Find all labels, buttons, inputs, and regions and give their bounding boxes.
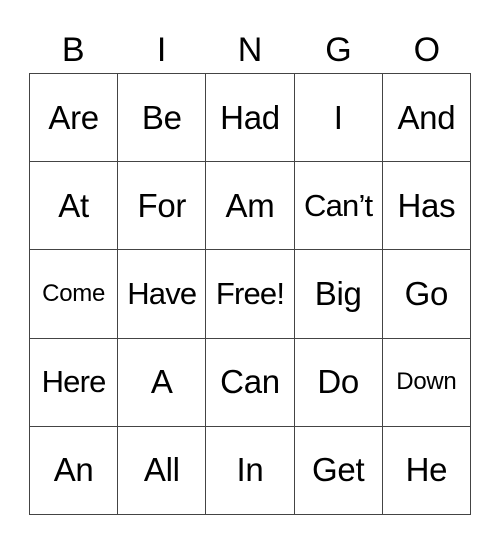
bingo-cell[interactable]: An: [30, 426, 119, 515]
bingo-cell[interactable]: A: [118, 338, 207, 427]
bingo-cell[interactable]: At: [30, 162, 119, 251]
bingo-cell[interactable]: Has: [382, 162, 471, 251]
free-space-cell[interactable]: Free!: [206, 250, 295, 339]
bingo-cell[interactable]: And: [382, 74, 471, 163]
bingo-cell[interactable]: Here: [30, 338, 119, 427]
bingo-cell[interactable]: For: [118, 162, 207, 251]
bingo-cell[interactable]: Can: [206, 338, 295, 427]
bingo-cell[interactable]: Are: [30, 74, 119, 163]
header-letter-g: G: [325, 31, 352, 69]
bingo-cell[interactable]: He: [382, 426, 471, 515]
bingo-cell[interactable]: All: [118, 426, 207, 515]
bingo-cell[interactable]: Had: [206, 74, 295, 163]
bingo-cell[interactable]: In: [206, 426, 295, 515]
header-letter-i: I: [156, 31, 167, 69]
bingo-cell[interactable]: Come: [30, 250, 119, 339]
header-letter-o: O: [413, 31, 441, 69]
bingo-cell[interactable]: I: [294, 74, 383, 163]
bingo-header: B I N G O: [29, 30, 471, 70]
header-letter-b: B: [61, 31, 85, 69]
bingo-cell[interactable]: Go: [382, 250, 471, 339]
bingo-cell[interactable]: Have: [118, 250, 207, 339]
bingo-cell[interactable]: Do: [294, 338, 383, 427]
bingo-cell[interactable]: Be: [118, 74, 207, 163]
bingo-grid: Are Be Had I And At For Am Can’t Has Com…: [29, 73, 471, 515]
bingo-cell[interactable]: Big: [294, 250, 383, 339]
bingo-cell[interactable]: Down: [382, 338, 471, 427]
bingo-cell[interactable]: Am: [206, 162, 295, 251]
header-letter-n: N: [237, 31, 263, 69]
bingo-cell[interactable]: Can’t: [294, 162, 383, 251]
bingo-cell[interactable]: Get: [294, 426, 383, 515]
